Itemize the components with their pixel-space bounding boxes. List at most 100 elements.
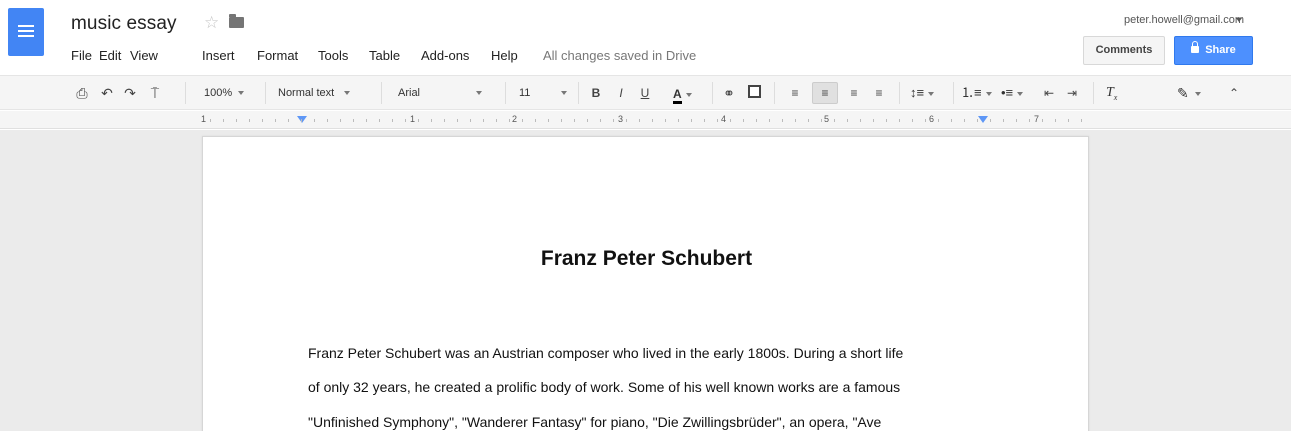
ruler-tick — [1055, 119, 1056, 122]
pen-icon[interactable]: ✎ — [1177, 84, 1201, 102]
align-right-icon[interactable]: ≡ — [845, 84, 863, 102]
menu-tools[interactable]: Tools — [318, 48, 348, 63]
ruler-number: 2 — [512, 114, 518, 124]
text-color-button[interactable]: A — [673, 85, 692, 104]
ruler-tick — [847, 119, 848, 122]
user-email[interactable]: peter.howell@gmail.com — [1124, 14, 1244, 26]
ruler-tick — [314, 119, 315, 122]
ruler-tick — [587, 119, 588, 122]
document-title[interactable]: music essay — [71, 13, 177, 35]
menu-addons[interactable]: Add-ons — [421, 48, 469, 63]
toolbar-divider — [505, 82, 506, 104]
ruler-tick — [795, 119, 796, 122]
paint-format-icon[interactable]: ⍑ — [146, 84, 164, 102]
ruler-tick — [1016, 119, 1017, 122]
ruler-tick — [483, 119, 484, 122]
font-size-value: 11 — [519, 87, 531, 99]
undo-icon[interactable]: ↶ — [98, 84, 116, 102]
zoom-select[interactable]: 100% — [204, 84, 245, 102]
align-justify-icon[interactable]: ≡ — [870, 84, 888, 102]
star-icon[interactable]: ☆ — [204, 13, 219, 33]
link-icon[interactable]: ⚭ — [720, 84, 738, 102]
ruler-tick — [652, 119, 653, 122]
left-indent-marker[interactable] — [297, 116, 307, 123]
ruler-tick — [548, 119, 549, 122]
right-indent-marker[interactable] — [978, 116, 988, 123]
ruler-tick — [444, 119, 445, 122]
ruler-tick — [288, 119, 289, 122]
menu-insert[interactable]: Insert — [202, 48, 235, 63]
toolbar-divider — [953, 82, 954, 104]
numbered-list-icon[interactable]: ⒈≡ — [961, 84, 992, 102]
ruler-tick — [496, 119, 497, 122]
ruler-tick — [873, 119, 874, 122]
menu-table[interactable]: Table — [369, 48, 400, 63]
ruler-tick — [990, 119, 991, 122]
toolbar-divider — [712, 82, 713, 104]
ruler-tick — [223, 119, 224, 122]
menu-edit[interactable]: Edit — [99, 48, 121, 63]
paragraph-style-select[interactable]: Normal text — [278, 84, 351, 102]
ruler-tick — [951, 119, 952, 122]
underline-button[interactable]: U — [636, 84, 654, 102]
ruler-tick — [561, 119, 562, 122]
document-canvas: Franz Peter Schubert Franz Peter Schuber… — [0, 130, 1291, 431]
share-button[interactable]: Share — [1174, 36, 1253, 65]
menu-help[interactable]: Help — [491, 48, 518, 63]
ruler-tick — [418, 119, 419, 122]
comment-icon[interactable] — [748, 85, 761, 98]
print-icon[interactable]: ⎙ — [73, 84, 91, 102]
font-select[interactable]: Arial — [398, 84, 498, 102]
align-left-icon[interactable]: ≡ — [786, 84, 804, 102]
ruler-tick — [899, 119, 900, 122]
menu-format[interactable]: Format — [257, 48, 298, 63]
increase-indent-icon[interactable]: ⇥ — [1063, 84, 1081, 102]
paragraph-line: Franz Peter Schubert was an Austrian com… — [308, 345, 904, 361]
menu-file[interactable]: File — [71, 48, 92, 63]
toolbar-divider — [774, 82, 775, 104]
ruler-tick — [249, 119, 250, 122]
toolbar-divider — [381, 82, 382, 104]
font-size-select[interactable]: 11 — [519, 84, 569, 102]
docs-logo-icon[interactable] — [8, 8, 44, 56]
ruler-tick — [210, 119, 211, 122]
redo-icon[interactable]: ↷ — [121, 84, 139, 102]
italic-button[interactable]: I — [612, 84, 630, 102]
ruler-tick — [730, 119, 731, 122]
clear-formatting-icon[interactable]: Tx — [1106, 84, 1117, 102]
ruler-tick — [1068, 119, 1069, 122]
ruler-number: 5 — [824, 114, 830, 124]
menu-view[interactable]: View — [130, 48, 158, 63]
bold-button[interactable]: B — [587, 84, 605, 102]
comments-button[interactable]: Comments — [1083, 36, 1165, 65]
decrease-indent-icon[interactable]: ⇤ — [1040, 84, 1058, 102]
ruler-tick — [886, 119, 887, 122]
ruler-tick — [1029, 119, 1030, 122]
collapse-icon[interactable]: ⌃ — [1225, 84, 1243, 102]
ruler-tick — [678, 119, 679, 122]
ruler-tick — [938, 119, 939, 122]
ruler-tick — [366, 119, 367, 122]
ruler-tick — [340, 119, 341, 122]
ruler-tick — [327, 119, 328, 122]
ruler-tick — [626, 119, 627, 122]
toolbar: ⎙ ↶ ↷ ⍑ 100% Normal text Arial 11 B I U … — [0, 75, 1291, 110]
ruler-tick — [925, 119, 926, 122]
bulleted-list-icon[interactable]: •≡ — [1001, 84, 1024, 102]
ruler-tick — [574, 119, 575, 122]
line-spacing-icon[interactable]: ↕≡ — [910, 84, 935, 102]
ruler-tick — [392, 119, 393, 122]
ruler-tick — [860, 119, 861, 122]
document-page[interactable]: Franz Peter Schubert Franz Peter Schuber… — [202, 136, 1089, 431]
font-value: Arial — [398, 87, 421, 99]
ruler-tick — [522, 119, 523, 122]
ruler[interactable]: 1 1 2 3 4 5 6 7 — [0, 111, 1291, 129]
folder-icon[interactable] — [229, 14, 244, 28]
ruler-tick — [912, 119, 913, 122]
account-caret-icon[interactable] — [1236, 18, 1242, 22]
ruler-tick — [977, 119, 978, 122]
toolbar-divider — [578, 82, 579, 104]
save-status[interactable]: All changes saved in Drive — [543, 48, 696, 63]
align-center-icon[interactable]: ≡ — [812, 82, 838, 104]
paragraph-style-value: Normal text — [278, 87, 335, 99]
